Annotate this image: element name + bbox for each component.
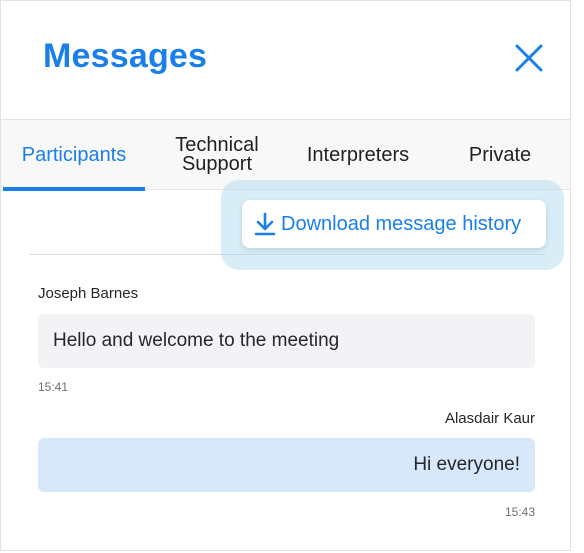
tab-label: Private — [468, 143, 532, 166]
tab-label: Interpreters — [306, 143, 410, 166]
message-bubble-incoming: Hello and welcome to the meeting — [38, 314, 535, 368]
tab-label: Participants — [21, 143, 127, 166]
message-text: Hello and welcome to the meeting — [53, 330, 340, 351]
message-sender: Alasdair Kaur — [444, 410, 535, 427]
message-time: 15:43 — [504, 505, 535, 519]
download-history-label: Download message history — [281, 212, 522, 235]
message-sender: Joseph Barnes — [38, 285, 139, 302]
tab-label: Technical Support — [175, 134, 259, 175]
message-text: Hi everyone! — [413, 454, 520, 475]
tab-participants[interactable]: Participants — [3, 120, 145, 191]
messages-panel: Messages Participants Technical Support … — [0, 0, 571, 551]
page-title: Messages — [43, 37, 208, 75]
download-history-button[interactable]: Download message history — [242, 200, 546, 248]
panel-header: Messages — [1, 1, 570, 119]
close-icon[interactable] — [510, 39, 548, 77]
download-icon — [254, 212, 276, 236]
message-bubble-outgoing: Hi everyone! — [38, 438, 535, 492]
message-time: 15:41 — [38, 380, 69, 394]
